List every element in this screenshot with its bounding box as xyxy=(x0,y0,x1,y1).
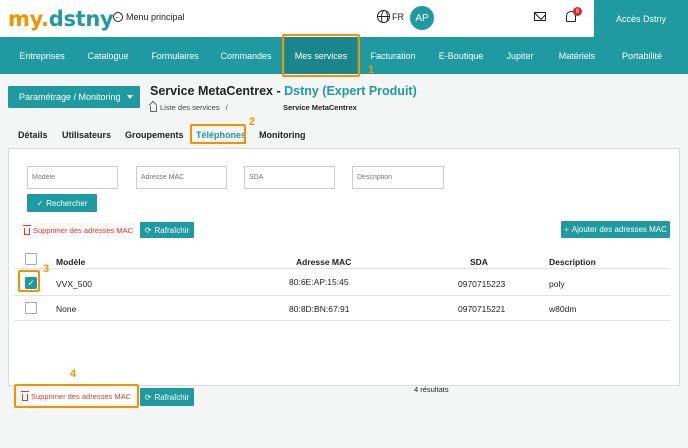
table-header-divider xyxy=(14,268,670,269)
highlight-box-2 xyxy=(190,124,246,144)
header-description[interactable]: Description xyxy=(549,257,596,267)
logo-my: my. xyxy=(8,7,49,31)
language-label: FR xyxy=(392,11,404,22)
menu-principal-link[interactable]: ← Menu principal xyxy=(113,12,185,22)
step-marker-2: 2 xyxy=(249,116,256,128)
select-all-checkbox[interactable] xyxy=(25,253,37,265)
tab-details[interactable]: Détails xyxy=(18,130,48,140)
delete-mac-label: Supprimer des adresses MAC xyxy=(31,392,132,401)
nav-portabilite[interactable]: Portabilité xyxy=(612,37,672,74)
highlight-box-1 xyxy=(282,34,360,77)
add-mac-button[interactable]: + Ajouter des adresses MAC xyxy=(561,221,670,238)
user-avatar[interactable]: AP xyxy=(410,6,434,30)
page-title: Service MetaCentrex - Dstny (Expert Prod… xyxy=(150,84,417,98)
breadcrumb-separator: / xyxy=(225,103,228,112)
mac-address-input[interactable] xyxy=(136,166,227,189)
nav-commandes[interactable]: Commandes xyxy=(216,37,276,74)
refresh-label: Rafraîchir xyxy=(154,392,190,402)
breadcrumb: Liste des services / xyxy=(150,103,228,112)
header-mac[interactable]: Adresse MAC xyxy=(296,257,351,267)
refresh-button-bottom[interactable]: ⟳ Rafraîchir xyxy=(140,388,194,406)
nav-entreprises[interactable]: Entreprises xyxy=(10,37,74,74)
cell-mac: 80:6E:AP:15:45 xyxy=(289,277,349,287)
description-input[interactable] xyxy=(352,166,444,189)
step-marker-3: 3 xyxy=(43,263,50,275)
rechercher-label: Rechercher xyxy=(46,198,88,208)
logo-dstny: dstny xyxy=(48,7,114,31)
globe-icon xyxy=(377,10,390,23)
delete-mac-label: Supprimer des adresses MAC xyxy=(33,226,134,235)
cell-description: w80dm xyxy=(549,304,577,314)
modele-input[interactable] xyxy=(27,166,118,189)
cell-modele: VVX_500 xyxy=(56,279,92,289)
delete-mac-button-bottom[interactable]: Supprimer des adresses MAC xyxy=(21,389,134,404)
add-mac-label: Ajouter des adresses MAC xyxy=(571,225,667,234)
tab-groupements[interactable]: Groupements xyxy=(125,130,184,140)
check-icon: ✓ xyxy=(36,198,44,208)
row-divider xyxy=(14,320,670,321)
cell-sda: 0970715221 xyxy=(458,304,506,314)
title-prefix: Service MetaCentrex - xyxy=(150,84,285,98)
dstny-logo[interactable]: my.dstny xyxy=(8,7,114,31)
caret-down-icon xyxy=(126,95,133,99)
mail-icon[interactable] xyxy=(534,12,546,21)
sda-input[interactable] xyxy=(244,166,335,189)
nav-e-boutique[interactable]: E-Boutique xyxy=(432,37,490,74)
breadcrumb-home-link[interactable]: Liste des services xyxy=(160,103,220,112)
nav-formulaires[interactable]: Formulaires xyxy=(146,37,204,74)
parametrage-monitoring-dropdown[interactable]: Paramétrage / Monitoring xyxy=(8,86,140,108)
back-arrow-icon: ← xyxy=(113,12,123,22)
header-modele[interactable]: Modèle xyxy=(56,257,85,267)
refresh-icon: ⟳ xyxy=(144,225,152,235)
step-marker-4: 4 xyxy=(70,368,77,380)
trash-icon xyxy=(21,391,29,401)
nav-jupiter[interactable]: Jupiter xyxy=(500,37,540,74)
plus-icon: + xyxy=(564,225,569,234)
row-divider xyxy=(14,295,670,296)
breadcrumb-current: Service MetaCentrex xyxy=(283,103,357,112)
acces-dstny-button[interactable]: Accès Dstny xyxy=(594,0,688,37)
nav-materiels[interactable]: Matériels xyxy=(553,37,601,74)
cell-mac: 80:8D:BN:67:91 xyxy=(289,304,350,314)
rechercher-button[interactable]: ✓ Rechercher xyxy=(27,194,97,212)
language-selector[interactable]: FR xyxy=(377,10,404,23)
tab-utilisateurs[interactable]: Utilisateurs xyxy=(62,130,111,140)
highlight-box-3 xyxy=(18,270,40,292)
refresh-icon: ⟳ xyxy=(144,392,152,402)
header-sda[interactable]: SDA xyxy=(470,257,488,267)
refresh-button-top[interactable]: ⟳ Rafraîchir xyxy=(140,222,194,238)
refresh-label: Rafraîchir xyxy=(154,225,190,235)
cell-sda: 0970715223 xyxy=(458,279,506,289)
cell-description: poly xyxy=(549,279,565,289)
title-accent: Dstny (Expert Produit) xyxy=(284,84,417,98)
notification-badge: 6 xyxy=(573,7,582,16)
cell-modele: None xyxy=(56,304,77,314)
trash-icon xyxy=(23,225,31,235)
nav-catalogue[interactable]: Catalogue xyxy=(82,37,134,74)
home-icon xyxy=(150,105,157,112)
results-count: 4 résultats xyxy=(414,385,449,394)
delete-mac-button-top[interactable]: Supprimer des adresses MAC xyxy=(20,223,135,238)
tab-monitoring[interactable]: Monitoring xyxy=(259,130,306,140)
menu-principal-label: Menu principal xyxy=(126,12,185,22)
parametrage-label: Paramétrage / Monitoring xyxy=(19,92,121,102)
step-marker-1: 1 xyxy=(368,64,375,76)
row-checkbox[interactable] xyxy=(25,302,37,314)
